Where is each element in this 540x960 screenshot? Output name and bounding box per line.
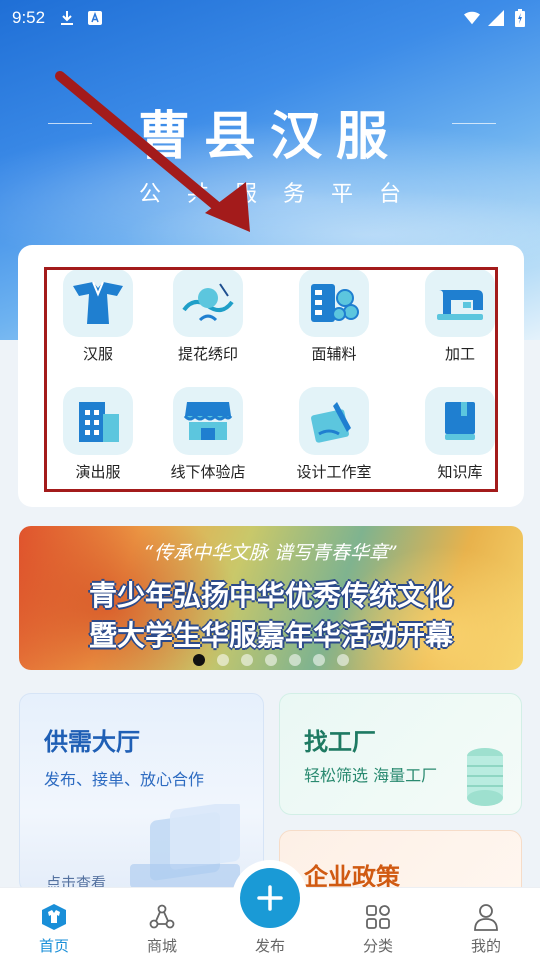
tab-label: 分类 xyxy=(362,937,393,955)
supply-demand-title: 供需大厅 xyxy=(44,728,140,756)
mall-icon xyxy=(147,902,177,932)
thread-spool-illustration xyxy=(467,748,503,806)
banner-headline-1: 青少年弘扬中华优秀传统文化 xyxy=(88,579,453,612)
status-bar: 9:52 xyxy=(0,0,540,36)
carousel-dot[interactable] xyxy=(265,654,277,666)
carousel-dot[interactable] xyxy=(241,654,253,666)
tab-home[interactable]: 首页 xyxy=(0,888,108,960)
supply-demand-card[interactable]: 供需大厅 发布、接单、放心合作 点击查看 xyxy=(19,693,264,893)
tab-label: 商城 xyxy=(146,937,177,955)
find-factory-title: 找工厂 xyxy=(304,728,376,756)
tab-label: 我的 xyxy=(470,937,501,955)
find-factory-subtitle: 轻松筛选 海量工厂 xyxy=(304,766,438,785)
carousel-dot[interactable] xyxy=(289,654,301,666)
category-panel: 汉服 提花绣印 面辅料 加工 演出服 线下体验店 设计工作室 知识库 xyxy=(18,245,524,507)
plus-icon xyxy=(257,885,283,911)
promo-banner-carousel[interactable]: “传承中华文脉 谱写青春华章” 青少年弘扬中华优秀传统文化 暨大学生华服嘉年华活… xyxy=(19,526,523,670)
glass-panels-illustration xyxy=(130,804,240,888)
tab-mine[interactable]: 我的 xyxy=(432,888,540,960)
notification-a-icon xyxy=(87,10,103,26)
wifi-icon xyxy=(464,10,480,26)
banner-quote: “传承中华文脉 谱写青春华章” xyxy=(144,542,398,564)
annotation-highlight-box xyxy=(44,267,498,492)
signal-icon xyxy=(488,10,504,26)
carousel-dots xyxy=(19,654,523,666)
banner-headline-2: 暨大学生华服嘉年华活动开幕 xyxy=(88,619,453,652)
grid-icon xyxy=(363,902,393,932)
tab-category[interactable]: 分类 xyxy=(324,888,432,960)
tab-label: 发布 xyxy=(254,937,285,955)
download-icon xyxy=(59,10,75,26)
status-time: 9:52 xyxy=(12,8,46,27)
supply-demand-subtitle: 发布、接单、放心合作 xyxy=(44,770,205,789)
tab-mall[interactable]: 商城 xyxy=(108,888,216,960)
tab-label: 首页 xyxy=(38,937,69,955)
carousel-dot[interactable] xyxy=(217,654,229,666)
home-shirt-icon xyxy=(39,902,69,932)
carousel-dot[interactable] xyxy=(313,654,325,666)
find-factory-card[interactable]: 找工厂 轻松筛选 海量工厂 xyxy=(279,693,522,815)
carousel-dot[interactable] xyxy=(337,654,349,666)
user-icon xyxy=(471,902,501,932)
battery-charging-icon xyxy=(512,9,528,27)
publish-button[interactable] xyxy=(240,868,300,928)
page-title: 曹县汉服 xyxy=(137,106,402,167)
page-subtitle: 公共服务平台 xyxy=(138,182,427,207)
carousel-dot[interactable] xyxy=(193,654,205,666)
